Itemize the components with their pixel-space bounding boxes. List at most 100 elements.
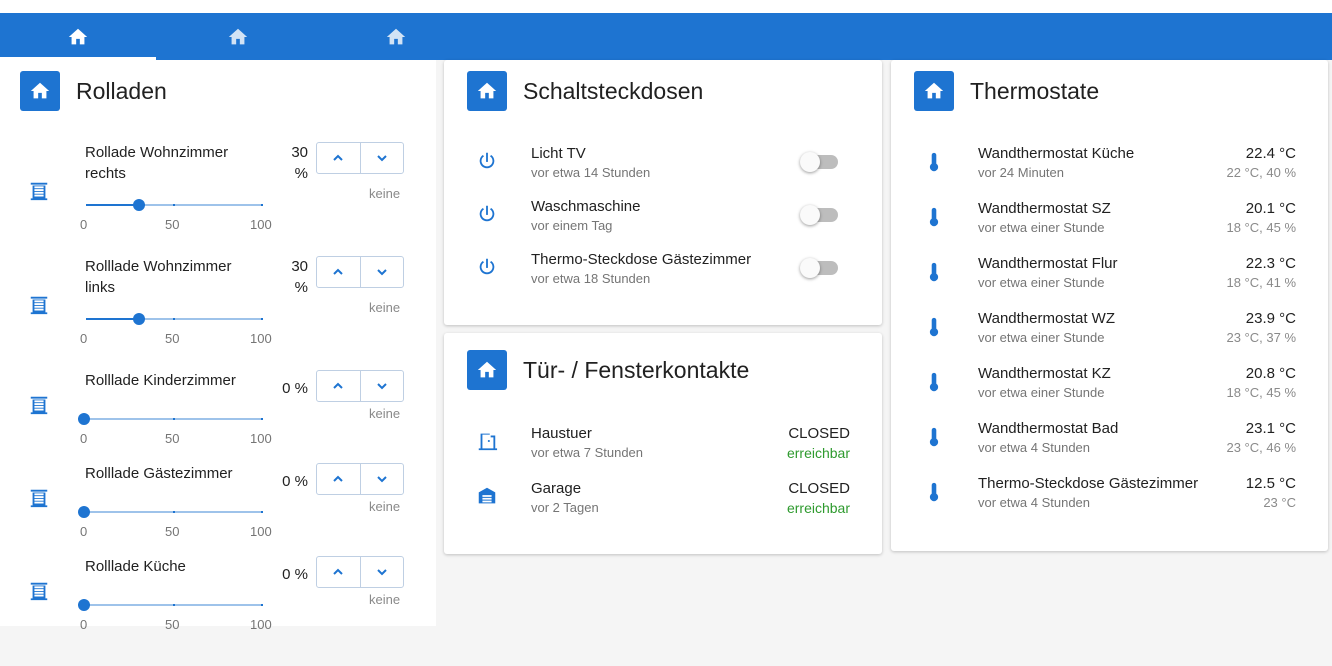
rolladen-percent: 0 % [282,566,308,583]
shutter-down-button[interactable] [359,257,404,287]
chevron-down-icon [377,269,387,276]
rolladen-percent: 0 % [282,380,308,397]
thermostat-row: Wandthermostat SZ vor etwa einer Stunde 20… [891,198,1328,248]
power-icon [476,203,498,225]
thermostat-current-temp: 22.4 °C [1245,145,1296,162]
rolladen-name: Rolllade Wohnzimmer links [85,258,232,296]
rolladen-name: Rolllade Gästezimmer [85,465,233,482]
thermostat-current-temp: 23.9 °C [1245,310,1296,327]
rolladen-button-status: keine [369,592,401,607]
contact-row: Garage vor 2 Tagen CLOSED erreichbar [444,478,882,528]
fensterkontakte-title: Tür- / Fensterkontakte [523,357,750,383]
rolladen-title: Rolladen [76,78,167,104]
rolladen-percent: 30 % [291,258,308,296]
rolladen-name: Rollade Wohnzimmer rechts [85,144,229,182]
slider-scale-label: 100 [250,524,272,539]
schaltsteckdosen-card: Schaltsteckdosen Licht TV vor etwa 14 Stu… [444,60,882,325]
rolladen-button-group [316,256,404,288]
shutter-up-button[interactable] [317,257,360,287]
thermostat-last-changed: vor etwa einer Stunde [978,385,1105,400]
switch-row: Waschmaschine vor einem Tag [444,196,882,246]
thermometer-icon [923,151,945,173]
rolladen-slider-fill [86,318,139,320]
switch-name: Thermo-Steckdose Gästezimmer [531,251,752,268]
browser-bookmark-strip [0,0,1332,13]
rolladen-slider-knob[interactable] [78,506,90,518]
switch-name: Licht TV [531,145,586,162]
thermostat-name: Wandthermostat WZ [978,310,1115,327]
shutter-up-button[interactable] [317,557,360,587]
slider-scale-label: 50 [165,524,180,539]
chevron-up-icon [333,154,343,161]
shutter-up-button[interactable] [317,464,360,494]
thermostat-name: Wandthermostat SZ [978,200,1111,217]
thermostat-row: Wandthermostat Bad vor etwa 4 Stunden 23.1… [891,418,1328,468]
thermostat-last-changed: vor etwa einer Stunde [978,330,1105,345]
switch-toggle[interactable] [800,152,838,172]
slider-tick [173,204,175,206]
shutter-down-button[interactable] [359,557,404,587]
switch-toggle[interactable] [800,258,838,278]
contact-name: Garage [531,480,582,497]
thermostat-row: Thermo-Steckdose Gästezimmer vor etwa 4 S… [891,473,1328,523]
door-icon [476,430,498,452]
chevron-down-icon [377,569,387,576]
chevron-up-icon [333,568,343,575]
thermometer-icon [923,316,945,338]
rolladen-percent: 0 % [282,473,308,490]
rolladen-slider-knob[interactable] [132,313,145,325]
thermostat-name: Wandthermostat Flur [978,255,1118,272]
shutter-up-button[interactable] [317,143,360,173]
contact-state: CLOSED [788,480,850,497]
rolladen-header-icon [20,71,60,111]
shutter-down-button[interactable] [359,371,404,401]
thermostat-name: Thermo-Steckdose Gästezimmer [978,475,1199,492]
slider-scale-label: 0 [80,331,88,346]
slider-scale-label: 0 [80,524,88,539]
rolladen-percent: 30 % [291,144,308,182]
thermostat-row: Wandthermostat Flur vor etwa einer Stunde… [891,253,1328,303]
thermostat-current-temp: 20.8 °C [1245,365,1296,382]
tab-home-3[interactable] [318,13,474,60]
rolladen-button-group [316,463,404,495]
toggle-knob [800,152,820,172]
shutter-down-button[interactable] [359,464,404,494]
rolladen-button-group [316,142,404,174]
switch-toggle[interactable] [800,205,838,225]
home-icon [67,26,89,48]
thermostate-title: Thermostate [970,78,1100,104]
thermostat-row: Wandthermostat WZ vor etwa einer Stunde 23… [891,308,1328,358]
contact-reachable-status: erreichbar [786,500,850,516]
thermostat-current-temp: 12.5 °C [1245,475,1296,492]
rolladen-button-status: keine [369,499,401,514]
thermostat-last-changed: vor 24 Minuten [978,165,1064,180]
slider-scale-label: 50 [165,431,180,446]
power-icon [476,256,498,278]
power-icon [476,150,498,172]
contact-row: Haustuer vor etwa 7 Stunden CLOSED erreichb… [444,423,882,473]
tab-home-1[interactable] [0,13,156,60]
rolladen-row: Rollade Wohnzimmer rechts 0 50 100 30 % keine [0,142,436,252]
home-icon [29,80,51,102]
garage-icon [476,485,498,507]
chevron-up-icon [333,268,343,275]
slider-scale-label: 50 [165,217,180,232]
thermostat-name: Wandthermostat KZ [978,365,1111,382]
slider-tick [173,318,175,320]
thermostat-last-changed: vor etwa einer Stunde [978,220,1105,235]
tab-home-2[interactable] [160,13,316,60]
rolladen-slider-knob[interactable] [132,199,145,211]
slider-tick [261,204,263,206]
chevron-down-icon [377,155,387,162]
shutter-down-button[interactable] [359,143,404,173]
slider-scale-label: 50 [165,617,180,632]
thermostat-current-temp: 23.1 °C [1245,420,1296,437]
rolladen-slider-knob[interactable] [78,413,90,425]
shutter-up-button[interactable] [317,371,360,401]
rolladen-slider-knob[interactable] [78,599,90,611]
fensterkontakte-header-icon [467,350,507,390]
home-icon [227,26,249,48]
slider-scale-label: 100 [250,331,272,346]
rolladen-button-group [316,370,404,402]
slider-tick [261,604,263,606]
